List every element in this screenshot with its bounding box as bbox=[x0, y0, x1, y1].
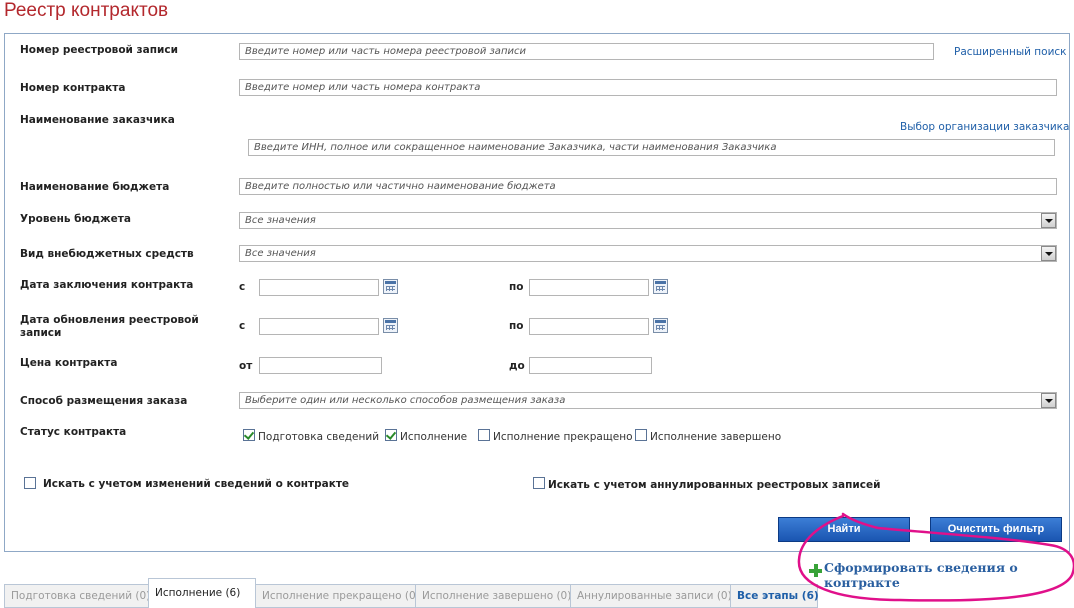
annotation-stroke bbox=[797, 512, 1074, 602]
annotation-overlay bbox=[797, 512, 1074, 602]
